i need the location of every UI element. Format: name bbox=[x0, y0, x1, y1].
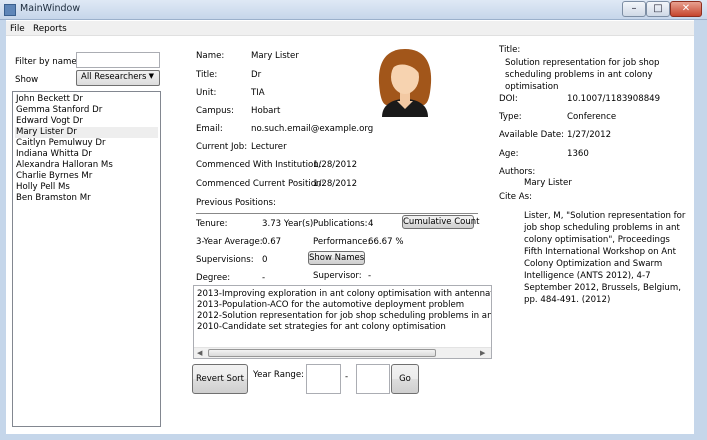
type-label: Type: bbox=[499, 112, 522, 122]
campus-value: Hobart bbox=[251, 106, 281, 116]
title-value: Dr bbox=[251, 70, 262, 80]
type-value: Conference bbox=[567, 112, 617, 122]
commenced-institution-label: Commenced With Institution: bbox=[196, 160, 322, 170]
filter-input[interactable] bbox=[76, 52, 160, 68]
menu-bar: File Reports bbox=[6, 21, 694, 36]
menu-file[interactable]: File bbox=[10, 24, 25, 34]
tenure-label: Tenure: bbox=[196, 219, 228, 229]
authors-label: Authors: bbox=[499, 167, 536, 177]
publications-value: 4 bbox=[368, 219, 374, 229]
title-bar[interactable]: MainWindow – □ ✕ bbox=[0, 0, 707, 20]
list-item[interactable]: 2010-Candidate set strategies for ant co… bbox=[197, 322, 446, 332]
list-item[interactable]: Caitlyn Pemulwuy Dr bbox=[15, 138, 158, 149]
show-names-button[interactable]: Show Names bbox=[308, 251, 365, 265]
email-label: Email: bbox=[196, 124, 223, 134]
maximize-icon[interactable]: □ bbox=[646, 1, 670, 17]
degree-value: - bbox=[262, 273, 266, 283]
cumulative-count-button[interactable]: Cumulative Count bbox=[402, 215, 479, 229]
publications-list[interactable]: 2013-Improving exploration in ant colony… bbox=[193, 285, 492, 359]
list-item[interactable]: Indiana Whitta Dr bbox=[15, 149, 158, 160]
publications-label: Publications: bbox=[313, 219, 368, 229]
cite-as-label: Cite As: bbox=[499, 192, 533, 202]
age-label: Age: bbox=[499, 149, 519, 159]
close-icon[interactable]: ✕ bbox=[670, 1, 702, 17]
scroll-left-icon[interactable]: ◀ bbox=[197, 349, 202, 357]
year-from-input[interactable] bbox=[306, 364, 341, 394]
horizontal-scrollbar[interactable]: ◀ ▶ bbox=[194, 347, 491, 358]
pub-title-value: Solution representation for job shop sch… bbox=[505, 58, 660, 92]
window-title: MainWindow bbox=[20, 3, 81, 14]
app-icon bbox=[4, 4, 16, 16]
menu-reports[interactable]: Reports bbox=[33, 24, 67, 34]
authors-value: Mary Lister bbox=[524, 178, 572, 188]
window-frame-right bbox=[694, 20, 707, 440]
go-button[interactable]: Go bbox=[391, 364, 419, 394]
available-date-value: 1/27/2012 bbox=[567, 130, 612, 140]
performance-label: Performance: bbox=[313, 237, 371, 247]
commenced-institution-value: 1/28/2012 bbox=[313, 160, 358, 170]
scroll-right-icon[interactable]: ▶ bbox=[480, 349, 485, 357]
supervisor-label: Supervisor: bbox=[313, 271, 362, 281]
year-range-dash: - bbox=[345, 372, 349, 382]
list-item[interactable]: Edward Vogt Dr bbox=[15, 116, 158, 127]
three-year-average-label: 3-Year Average: bbox=[196, 237, 263, 247]
current-job-value: Lecturer bbox=[251, 142, 287, 152]
previous-positions-label: Previous Positions: bbox=[196, 198, 276, 208]
supervisions-value: 0 bbox=[262, 255, 268, 265]
show-label: Show bbox=[15, 75, 39, 85]
current-job-label: Current Job: bbox=[196, 142, 248, 152]
list-item-selected[interactable]: Mary Lister Dr bbox=[15, 127, 158, 138]
tenure-value: 3.73 Year(s) bbox=[262, 219, 314, 229]
show-combobox-value: All Researchers bbox=[81, 72, 147, 82]
email-value: no.such.email@example.org bbox=[251, 124, 374, 134]
doi-value: 10.1007/1183908849 bbox=[567, 94, 661, 104]
cite-as-value: Lister, M, "Solution representation for … bbox=[524, 211, 686, 305]
commenced-position-label: Commenced Current Position: bbox=[196, 179, 325, 189]
scrollbar-thumb[interactable] bbox=[208, 349, 436, 357]
year-range-label: Year Range: bbox=[253, 370, 305, 380]
name-label: Name: bbox=[196, 51, 225, 61]
list-item[interactable]: 2013-Population-ACO for the automotive d… bbox=[197, 300, 464, 310]
year-to-input[interactable] bbox=[356, 364, 390, 394]
researcher-list[interactable]: John Beckett Dr Gemma Stanford Dr Edward… bbox=[12, 91, 161, 427]
list-item[interactable]: 2012-Solution representation for job sho… bbox=[197, 311, 491, 321]
filter-label: Filter by name bbox=[15, 57, 77, 67]
list-item[interactable]: Holly Pell Ms bbox=[15, 182, 158, 193]
available-date-label: Available Date: bbox=[499, 130, 565, 140]
minimize-icon[interactable]: – bbox=[622, 1, 646, 17]
degree-label: Degree: bbox=[196, 273, 231, 283]
commenced-position-value: 1/28/2012 bbox=[313, 179, 358, 189]
chevron-down-icon: ▼ bbox=[148, 72, 154, 80]
list-item[interactable]: Gemma Stanford Dr bbox=[15, 105, 158, 116]
revert-sort-button[interactable]: Revert Sort bbox=[192, 364, 248, 394]
three-year-average-value: 0.67 bbox=[262, 237, 282, 247]
title-label: Title: bbox=[196, 70, 218, 80]
supervisor-value: - bbox=[368, 271, 372, 281]
supervisions-label: Supervisions: bbox=[196, 255, 254, 265]
name-value: Mary Lister bbox=[251, 51, 299, 61]
divider bbox=[196, 213, 478, 214]
list-item[interactable]: Alexandra Halloran Ms bbox=[15, 160, 158, 171]
pub-title-label: Title: bbox=[499, 45, 521, 55]
unit-label: Unit: bbox=[196, 88, 217, 98]
list-item[interactable]: Ben Bramston Mr bbox=[15, 193, 158, 204]
age-value: 1360 bbox=[567, 149, 589, 159]
list-item[interactable]: John Beckett Dr bbox=[15, 94, 158, 105]
performance-value: 66.67 % bbox=[368, 237, 404, 247]
campus-label: Campus: bbox=[196, 106, 234, 116]
unit-value: TIA bbox=[251, 88, 265, 98]
list-item[interactable]: 2013-Improving exploration in ant colony… bbox=[197, 289, 491, 299]
doi-label: DOI: bbox=[499, 94, 518, 104]
window-frame-bottom bbox=[0, 434, 707, 440]
list-item[interactable]: Charlie Byrnes Mr bbox=[15, 171, 158, 182]
female-avatar-icon bbox=[378, 49, 432, 117]
show-combobox[interactable]: All Researchers ▼ bbox=[76, 70, 160, 86]
